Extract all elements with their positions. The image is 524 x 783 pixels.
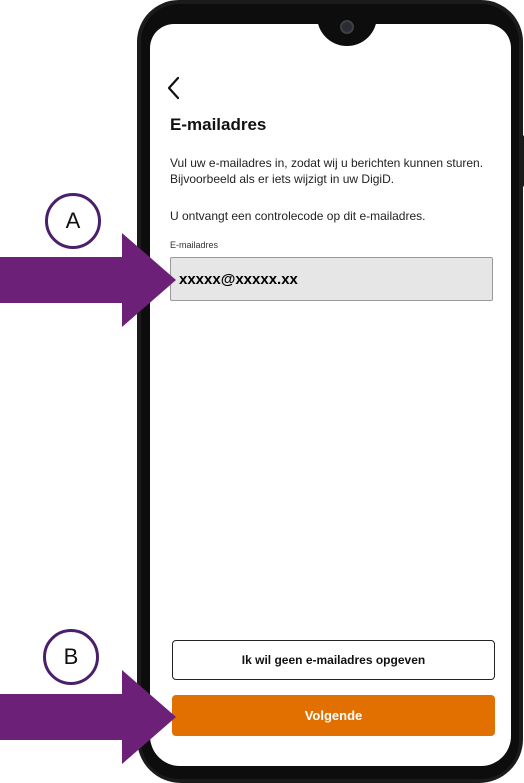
annotation-marker-a: A [45,193,101,249]
code-info-text: U ontvangt een controlecode op dit e-mai… [170,209,426,223]
arrow-icon [0,670,176,764]
phone-side-button [520,135,524,187]
intro-text: Vul uw e-mailadres in, zodat wij u beric… [170,156,484,186]
marker-b-label: B [63,644,79,669]
skip-email-button[interactable]: Ik wil geen e-mailadres opgeven [172,640,495,680]
front-camera-icon [340,20,354,34]
email-field[interactable] [170,257,493,301]
marker-a-label: A [65,208,81,233]
page-title: E-mailadres [170,115,267,134]
annotation-marker-b: B [43,629,99,685]
next-button[interactable]: Volgende [172,695,495,736]
chevron-left-icon[interactable] [164,74,186,102]
email-field-label: E-mailadres [170,240,219,250]
arrow-icon [0,233,176,327]
